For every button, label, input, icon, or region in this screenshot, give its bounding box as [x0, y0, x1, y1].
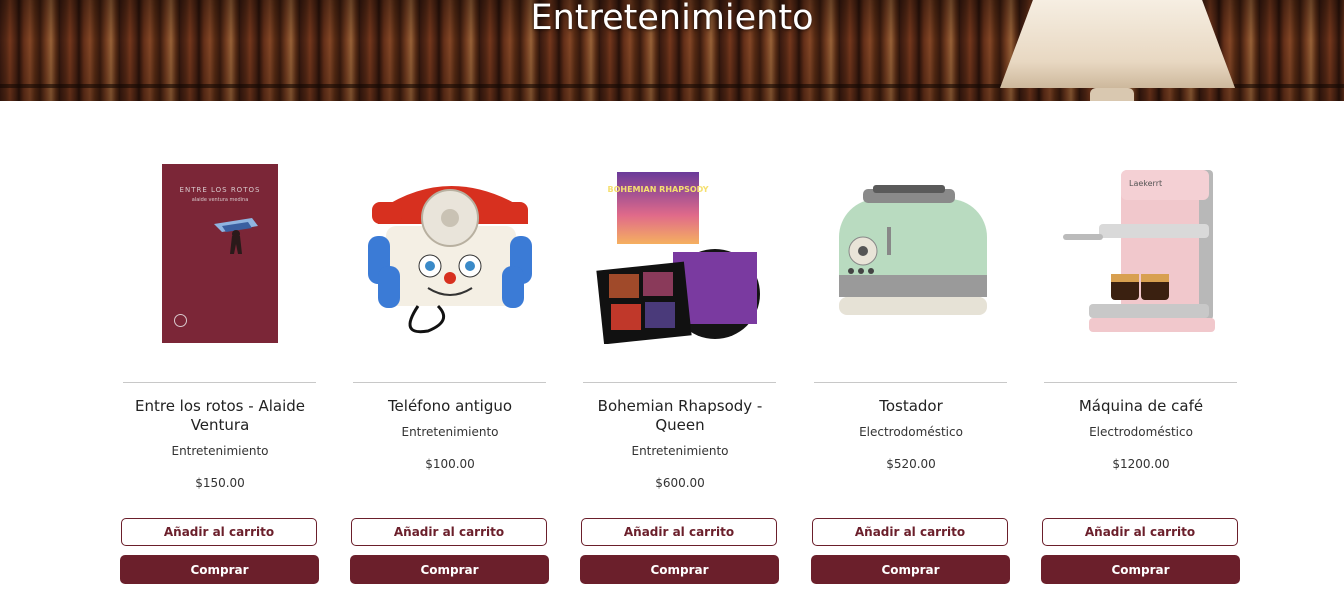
book-image[interactable]: ENTRE LOS ROTOS alaide ventura medina: [105, 161, 335, 346]
product-card: ENTRE LOS ROTOS alaide ventura medina En…: [105, 101, 335, 601]
buy-button[interactable]: Comprar: [120, 555, 319, 584]
product-card: Teléfono antiguo Entretenimiento $100.00…: [335, 101, 565, 601]
product-category: Electrodoméstico: [1089, 425, 1193, 439]
add-to-cart-button[interactable]: Añadir al carrito: [1042, 518, 1238, 546]
product-card: Tostador Electrodoméstico $520.00 Añadir…: [796, 101, 1026, 601]
product-category: Entretenimiento: [631, 444, 729, 458]
buy-button[interactable]: Comprar: [1041, 555, 1240, 584]
product-card: Laekerrt Máquina de café Electrodoméstic…: [1026, 101, 1256, 601]
page-title: Entretenimiento: [530, 0, 814, 38]
add-to-cart-button[interactable]: Añadir al carrito: [121, 518, 317, 546]
product-category: Entretenimiento: [171, 444, 269, 458]
vinyl-album-image[interactable]: BOHEMIAN RHAPSODY: [565, 161, 795, 346]
product-name[interactable]: Bohemian Rhapsody - Queen: [575, 397, 785, 435]
product-grid: ENTRE LOS ROTOS alaide ventura medina En…: [0, 101, 1344, 601]
add-to-cart-button[interactable]: Añadir al carrito: [812, 518, 1008, 546]
product-price: $520.00: [886, 457, 936, 471]
espresso-machine-image[interactable]: Laekerrt: [1026, 161, 1256, 346]
hero-banner: Entretenimiento: [0, 0, 1344, 101]
product-price: $1200.00: [1112, 457, 1170, 471]
product-card: BOHEMIAN RHAPSODY Bohemian Rhapsody - Qu…: [565, 101, 795, 601]
product-name[interactable]: Teléfono antiguo: [345, 397, 555, 416]
product-name[interactable]: Tostador: [806, 397, 1016, 416]
product-price: $600.00: [655, 476, 705, 490]
svg-text:BOHEMIAN RHAPSODY: BOHEMIAN RHAPSODY: [608, 185, 709, 194]
product-name[interactable]: Máquina de café: [1036, 397, 1246, 416]
product-category: Electrodoméstico: [859, 425, 963, 439]
toy-phone-image[interactable]: [335, 161, 565, 346]
svg-text:Laekerrt: Laekerrt: [1129, 179, 1162, 188]
product-price: $150.00: [195, 476, 245, 490]
add-to-cart-button[interactable]: Añadir al carrito: [581, 518, 777, 546]
product-name[interactable]: Entre los rotos - Alaide Ventura: [115, 397, 325, 435]
product-price: $100.00: [425, 457, 475, 471]
buy-button[interactable]: Comprar: [580, 555, 779, 584]
toaster-image[interactable]: [796, 161, 1026, 346]
add-to-cart-button[interactable]: Añadir al carrito: [351, 518, 547, 546]
product-category: Entretenimiento: [401, 425, 499, 439]
buy-button[interactable]: Comprar: [811, 555, 1010, 584]
buy-button[interactable]: Comprar: [350, 555, 549, 584]
